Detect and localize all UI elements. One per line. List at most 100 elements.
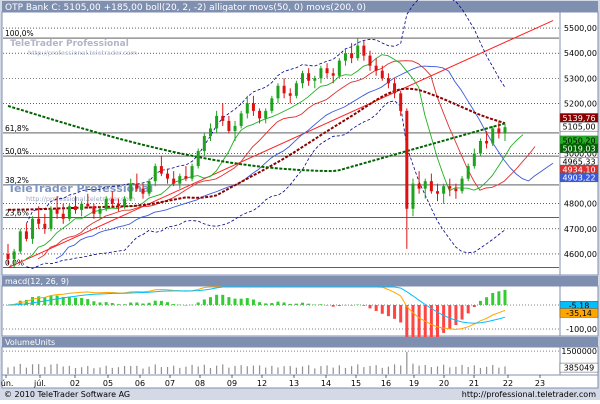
macd-histogram-bar xyxy=(31,297,35,305)
volume-bar xyxy=(31,364,34,374)
candle-body xyxy=(172,178,176,184)
price-tag-label: 5105,00 xyxy=(562,123,595,132)
macd-histogram-bar xyxy=(429,305,433,341)
volume-bar xyxy=(473,365,475,374)
macd-histogram-bar xyxy=(208,297,212,305)
macd-panel[interactable] xyxy=(1,285,561,337)
macd-histogram-bar xyxy=(282,302,286,305)
macd-histogram-bar xyxy=(313,304,317,306)
time-axis-label: 23 xyxy=(535,379,545,388)
volume-bar xyxy=(68,365,70,374)
volume-bar xyxy=(160,367,162,374)
candle-body xyxy=(227,120,231,131)
macd-histogram-bar xyxy=(294,303,298,305)
candle-body xyxy=(80,203,84,211)
price-tick-label: 5400,00 xyxy=(564,49,597,58)
candle-body xyxy=(153,166,157,182)
macd-histogram-bar xyxy=(239,298,243,305)
macd-histogram-bar xyxy=(472,305,476,308)
candle-body xyxy=(31,218,35,239)
volume-bar xyxy=(246,366,248,374)
candle-body xyxy=(135,183,139,189)
candle-body xyxy=(448,186,452,189)
volume-bar xyxy=(430,367,432,374)
candle-body xyxy=(221,115,225,121)
time-axis-label: 21 xyxy=(469,379,479,388)
candle-body xyxy=(497,128,501,134)
candle-body xyxy=(368,55,372,66)
volume-bar xyxy=(455,366,457,374)
volume-bar xyxy=(369,365,371,374)
macd-histogram-bar xyxy=(386,305,390,317)
volume-bar xyxy=(357,364,359,374)
macd-histogram-bar xyxy=(393,305,397,319)
candle-body xyxy=(485,140,489,144)
candle-body xyxy=(37,218,41,224)
candle-body xyxy=(43,223,47,229)
volume-bar xyxy=(504,366,506,374)
candle-body xyxy=(454,188,458,192)
volume-bar xyxy=(265,367,267,374)
candle-body xyxy=(343,53,347,61)
volume-bar xyxy=(424,364,426,374)
candle-body xyxy=(129,183,133,199)
candle-body xyxy=(405,110,409,209)
volume-bar xyxy=(111,367,113,374)
volume-tag-label: 385049 xyxy=(564,364,595,373)
volume-bar xyxy=(191,364,193,374)
macd-histogram-bar xyxy=(368,305,372,309)
price-tick-label: 4700,00 xyxy=(564,225,597,234)
volume-bar xyxy=(485,366,488,374)
candle-body xyxy=(460,178,464,192)
macd-histogram-bar xyxy=(405,305,409,338)
candle-body xyxy=(307,73,311,81)
candle-body xyxy=(276,85,280,99)
macd-histogram-bar xyxy=(491,292,495,305)
price-tick-label: 5200,00 xyxy=(564,99,597,108)
macd-histogram-bar xyxy=(380,305,384,314)
candle-body xyxy=(393,83,397,94)
candle-body xyxy=(215,115,219,129)
macd-histogram-bar xyxy=(86,299,90,305)
macd-histogram-bar xyxy=(178,304,182,306)
candle-body xyxy=(282,85,286,94)
candle-body xyxy=(190,166,194,179)
volume-bar xyxy=(117,367,120,374)
volume-bar xyxy=(252,365,255,374)
price-tag-label: 4903,22 xyxy=(562,173,595,182)
price-tags: 5139,765105,005050,205019,034965,334934,… xyxy=(559,113,599,182)
candle-body xyxy=(399,93,403,111)
macd-histogram-bar xyxy=(227,297,231,305)
candle-body xyxy=(478,140,482,154)
macd-histogram-bar xyxy=(98,302,102,305)
time-axis-label: jún. xyxy=(0,379,13,388)
candle-body xyxy=(184,176,188,179)
macd-histogram-bar xyxy=(331,305,335,307)
fib-level-label: 100,0% xyxy=(5,29,34,38)
time-axis-label: 08 xyxy=(195,379,205,388)
candle-body xyxy=(417,183,421,189)
price-tick-label: 5300,00 xyxy=(564,74,597,83)
volume-bar xyxy=(209,367,212,374)
macd-histogram-bar xyxy=(411,305,415,342)
macd-histogram-bar xyxy=(92,301,96,305)
candle-body xyxy=(356,45,360,59)
time-axis-label: 12 xyxy=(257,379,267,388)
candle-body xyxy=(288,93,292,96)
candle-body xyxy=(67,206,71,219)
volume-bar xyxy=(436,366,439,374)
price-tag-label: 5019,03 xyxy=(562,144,595,153)
macd-histogram-bar xyxy=(301,302,305,305)
volume-bar xyxy=(7,367,9,374)
volume-panel[interactable] xyxy=(1,346,561,376)
candle-body xyxy=(12,251,16,259)
candle-body xyxy=(270,98,274,111)
candle-body xyxy=(166,173,170,179)
macd-histogram-bar xyxy=(307,303,311,305)
macd-histogram-bar xyxy=(460,305,464,320)
candle-body xyxy=(92,206,96,214)
volume-bar xyxy=(13,366,15,374)
volume-bar xyxy=(308,365,310,374)
candle-body xyxy=(350,53,354,59)
candle-body xyxy=(466,166,470,179)
